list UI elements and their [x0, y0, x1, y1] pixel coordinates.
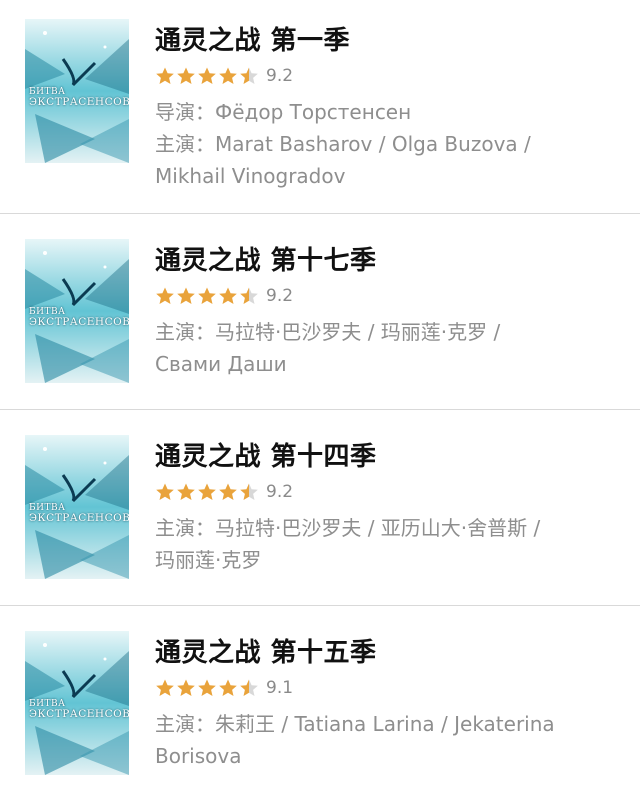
rating: 9.2: [155, 286, 293, 306]
poster-title-line2: ЭКСТРАСЕНСОВ: [29, 96, 129, 108]
list-item[interactable]: БИТВА ЭКСТРАСЕНСОВ 通灵之战 第一季 9.2 导演：Фёдор…: [0, 0, 640, 213]
star-icon: [198, 679, 216, 696]
star-rating: [155, 66, 260, 86]
cast-line: Mikhail Vinogradov: [155, 164, 346, 188]
poster-image: БИТВА ЭКСТРАСЕНСОВ: [25, 435, 129, 579]
poster-title-line2: ЭКСТРАСЕНСОВ: [29, 512, 129, 524]
list-item[interactable]: БИТВА ЭКСТРАСЕНСОВ 通灵之战 第十五季 9.1 主演：朱莉王 …: [0, 606, 640, 790]
star-icon: [156, 287, 174, 304]
cast-line: 主演：Marat Basharov / Olga Buzova /: [155, 132, 531, 156]
star-rating: [155, 678, 260, 698]
rating-score: 9.2: [266, 66, 294, 86]
star-icon: [177, 287, 195, 304]
cast-line: 主演：朱莉王 / Tatiana Larina / Jekaterina: [155, 712, 555, 736]
cast-line: 主演：马拉特·巴沙罗夫 / 玛丽莲·克罗 /: [155, 320, 501, 344]
star-icon: [219, 287, 237, 304]
star-rating: [155, 286, 260, 306]
half-star-icon: [240, 679, 258, 696]
star-icon: [156, 67, 174, 84]
poster-image: БИТВА ЭКСТРАСЕНСОВ: [25, 631, 129, 775]
half-star-icon: [240, 483, 258, 500]
movie-title[interactable]: 通灵之战 第十五季: [155, 632, 377, 669]
star-rating: [155, 482, 260, 502]
star-icon: [219, 679, 237, 696]
rating-score: 9.1: [266, 678, 294, 698]
half-star-icon: [240, 287, 258, 304]
rating-score: 9.2: [266, 482, 294, 502]
star-icon: [177, 67, 195, 84]
star-icon: [198, 67, 216, 84]
rating: 9.2: [155, 66, 293, 86]
movie-title[interactable]: 通灵之战 第十四季: [155, 436, 377, 473]
list-item[interactable]: БИТВА ЭКСТРАСЕНСОВ 通灵之战 第十四季 9.2 主演：马拉特·…: [0, 410, 640, 606]
cast-line: 主演：马拉特·巴沙罗夫 / 亚历山大·舍普斯 /: [155, 516, 541, 540]
star-icon: [219, 483, 237, 500]
star-icon: [198, 483, 216, 500]
star-icon: [156, 483, 174, 500]
star-icon: [156, 679, 174, 696]
poster-image: БИТВА ЭКСТРАСЕНСОВ: [25, 19, 129, 163]
movie-title[interactable]: 通灵之战 第一季: [155, 20, 350, 57]
cast-line: Свами Даши: [155, 352, 287, 376]
poster-title-line2: ЭКСТРАСЕНСОВ: [29, 708, 129, 720]
poster-image: БИТВА ЭКСТРАСЕНСОВ: [25, 239, 129, 383]
cast-line: 玛丽莲·克罗: [155, 548, 262, 572]
director-line: 导演：Фёдор Торстенсен: [155, 100, 412, 124]
star-icon: [219, 67, 237, 84]
list-item[interactable]: БИТВА ЭКСТРАСЕНСОВ 通灵之战 第十七季 9.2 主演：马拉特·…: [0, 214, 640, 410]
rating: 9.1: [155, 678, 293, 698]
half-star-icon: [240, 67, 258, 84]
star-icon: [177, 679, 195, 696]
star-icon: [198, 287, 216, 304]
star-icon: [177, 483, 195, 500]
rating: 9.2: [155, 482, 293, 502]
cast-line: Borisova: [155, 744, 242, 768]
poster-title-line2: ЭКСТРАСЕНСОВ: [29, 316, 129, 328]
movie-title[interactable]: 通灵之战 第十七季: [155, 240, 377, 277]
rating-score: 9.2: [266, 286, 294, 306]
